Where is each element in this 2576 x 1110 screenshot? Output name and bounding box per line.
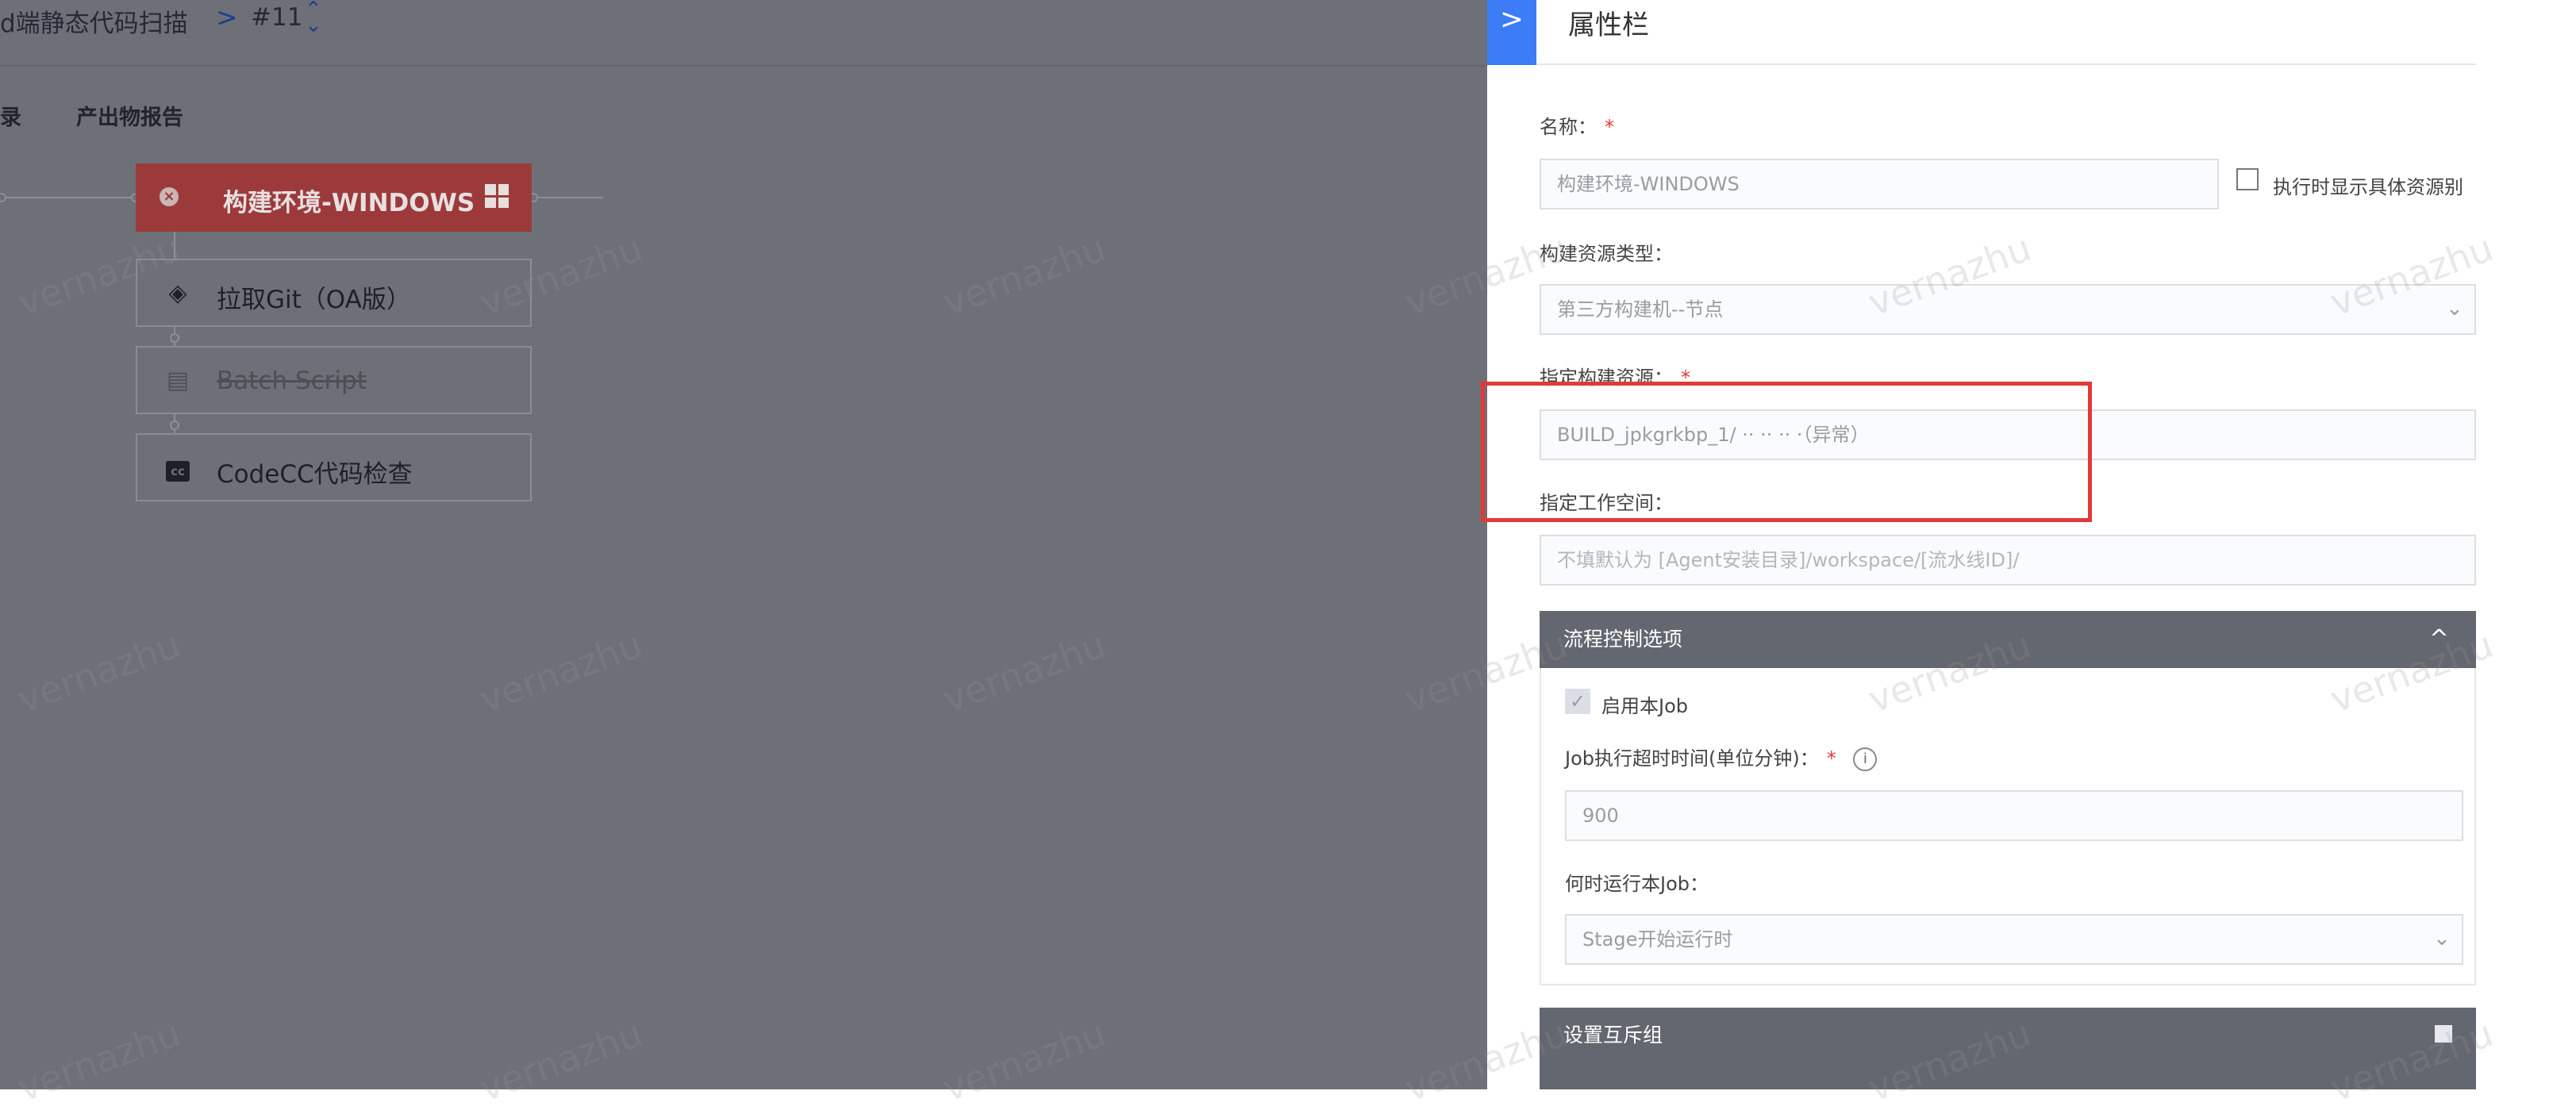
- job-title: 构建环境-WINDOWS: [223, 189, 475, 217]
- chevron-down-icon: ⌄: [2446, 297, 2463, 321]
- atom-label: CodeCC代码检查: [217, 460, 413, 489]
- connector-line: [532, 197, 603, 198]
- build-resource-label: 指定构建资源： *: [1540, 367, 1690, 389]
- breadcrumb-separator: >: [216, 2, 238, 33]
- workspace-input[interactable]: 不填默认为 [Agent安装目录]/workspace/[流水线ID]/: [1540, 535, 2476, 586]
- connector-dot: [0, 193, 6, 202]
- flow-control-section-header[interactable]: 流程控制选项 ^: [1540, 611, 2476, 668]
- pipeline-canvas: d端静态代码扫描 > #11 ⌃ ⌄ 录 产出物报告 × 构建环境-WINDOWS…: [0, 0, 1487, 1089]
- resource-type-value: 第三方构建机--节点: [1557, 298, 1724, 321]
- tab-records[interactable]: 录: [0, 100, 21, 131]
- breadcrumb-pipeline-name[interactable]: d端静态代码扫描: [0, 3, 188, 39]
- flow-control-title: 流程控制选项: [1563, 628, 1683, 651]
- pipeline-header: d端静态代码扫描 > #11 ⌃ ⌄: [0, 0, 1487, 67]
- show-resource-alias-label: 执行时显示具体资源别: [2273, 176, 2463, 198]
- git-diamond-icon: ◈: [168, 279, 187, 307]
- name-label: 名称： *: [1540, 116, 1614, 138]
- connector-dot: [170, 421, 179, 430]
- chevron-up-icon[interactable]: ^: [2429, 611, 2449, 668]
- atom-label: 拉取Git（OA版）: [217, 286, 411, 314]
- job-header-windows[interactable]: × 构建环境-WINDOWS: [136, 163, 532, 232]
- run-condition-value: Stage开始运行时: [1582, 928, 1733, 951]
- divider: [1536, 63, 2476, 65]
- clipboard-icon: ▤: [166, 367, 190, 394]
- chevron-updown-icon[interactable]: ⌃ ⌄: [305, 0, 322, 36]
- codecc-icon: cc: [164, 455, 191, 482]
- windows-icon: [485, 184, 509, 208]
- atom-git-checkout[interactable]: ◈ 拉取Git（OA版）: [136, 259, 532, 327]
- timeout-label: Job执行超时时间(单位分钟)： * i: [1565, 743, 1878, 771]
- timeout-input[interactable]: 900: [1565, 790, 2463, 841]
- job-name-input[interactable]: 构建环境-WINDOWS: [1540, 159, 2219, 209]
- expand-toggle-icon[interactable]: [2435, 1025, 2452, 1043]
- resource-type-label: 构建资源类型：: [1540, 243, 1673, 265]
- chevron-down-icon: ⌄: [2433, 927, 2451, 951]
- resource-type-select[interactable]: 第三方构建机--节点 ⌄: [1540, 284, 2476, 335]
- atom-codecc-check[interactable]: cc CodeCC代码检查: [136, 433, 532, 501]
- connector-line: [174, 232, 175, 259]
- panel-title: 属性栏: [1568, 10, 1649, 41]
- mutex-group-title: 设置互斥组: [1563, 1024, 1663, 1047]
- run-condition-select[interactable]: Stage开始运行时 ⌄: [1565, 914, 2463, 965]
- property-panel: > 属性栏 名称： * 构建环境-WINDOWS 执行时显示具体资源别 构建资源类…: [1487, 0, 2476, 1089]
- tab-artifact-report[interactable]: 产出物报告: [76, 100, 183, 131]
- close-circle-icon[interactable]: ×: [160, 187, 179, 206]
- enable-job-label: 启用本Job: [1601, 695, 1688, 717]
- info-icon[interactable]: i: [1853, 747, 1878, 771]
- connector-dot: [170, 333, 179, 343]
- breadcrumb-build-number[interactable]: #11: [251, 3, 302, 32]
- run-condition-label: 何时运行本Job：: [1565, 873, 1709, 895]
- workspace-label: 指定工作空间：: [1540, 492, 1673, 514]
- connector-line: [0, 197, 136, 198]
- show-resource-alias-checkbox[interactable]: [2236, 168, 2259, 190]
- atom-label: Batch Script: [217, 367, 367, 395]
- build-resource-select[interactable]: BUILD_jpkgrkbp_1/ ·· ·· ·· ·（异常）: [1540, 409, 2476, 460]
- atom-batch-script[interactable]: ▤ Batch Script: [136, 346, 532, 414]
- mutex-group-section-header[interactable]: 设置互斥组: [1540, 1008, 2476, 1089]
- enable-job-checkbox[interactable]: ✓: [1565, 689, 1590, 714]
- collapse-panel-button[interactable]: >: [1487, 0, 1536, 65]
